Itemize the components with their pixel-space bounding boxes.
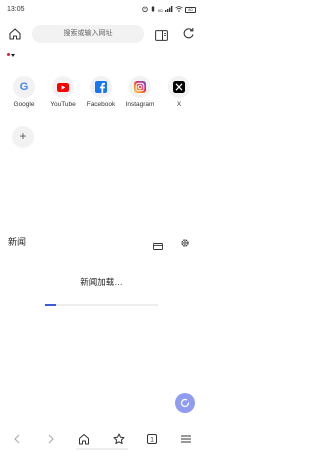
home-icon[interactable] (8, 27, 22, 41)
facebook-icon (90, 76, 112, 98)
shortcut-youtube[interactable]: YouTube (45, 76, 81, 108)
battery-icon: 80 (185, 7, 196, 13)
signal-bars-icon (165, 6, 173, 14)
signal-5g-icon: 5G (157, 7, 163, 13)
shortcut-label: Instagram (125, 101, 155, 108)
add-shortcut-button[interactable]: + (12, 126, 34, 148)
wifi-icon (175, 6, 183, 14)
forward-icon[interactable] (44, 432, 58, 446)
x-icon (168, 76, 190, 98)
card-view-icon[interactable] (153, 237, 163, 250)
status-time: 13:05 (7, 6, 25, 13)
youtube-icon (52, 76, 74, 98)
tabs-icon[interactable]: 1 (145, 432, 159, 446)
shortcut-label: X (176, 101, 182, 108)
shortcut-google[interactable]: G Google (6, 76, 42, 108)
news-progress-fill (45, 304, 57, 306)
news-loading-text: 新闻加载… (80, 277, 123, 287)
status-bar: 13:05 5G 80 (0, 0, 203, 22)
shortcut-x[interactable]: X (161, 76, 197, 108)
profile-indicator-dot[interactable] (7, 53, 10, 56)
address-bar[interactable]: 搜索或输入网址 (32, 25, 144, 43)
back-icon[interactable] (10, 432, 24, 446)
google-icon: G (13, 76, 35, 98)
chevron-down-icon[interactable] (11, 54, 15, 57)
menu-icon[interactable] (179, 432, 193, 446)
reader-mode-icon[interactable] (155, 28, 168, 41)
home-icon[interactable] (77, 432, 91, 446)
news-section-title: 新闻 (8, 237, 27, 247)
shortcut-label: YouTube (50, 101, 76, 108)
instagram-icon (129, 76, 151, 98)
search-placeholder: 搜索或输入网址 (63, 30, 113, 37)
alarm-icon (141, 6, 148, 14)
home-indicator (76, 448, 128, 450)
shortcut-label: Google (13, 101, 35, 108)
shortcut-instagram[interactable]: Instagram (122, 76, 158, 108)
status-icons: 5G 80 (141, 6, 196, 14)
bookmark-icon[interactable] (112, 432, 126, 446)
shortcut-facebook[interactable]: Facebook (83, 76, 119, 108)
shortcut-label: Facebook (86, 101, 116, 108)
news-progress-bar (45, 304, 158, 306)
tab-count: 1 (150, 437, 154, 444)
assistant-button[interactable] (175, 393, 195, 413)
gear-icon[interactable] (180, 235, 190, 247)
top-toolbar: 搜索或输入网址 (0, 23, 203, 45)
refresh-icon[interactable] (182, 27, 195, 40)
vibrate-icon (150, 6, 156, 14)
